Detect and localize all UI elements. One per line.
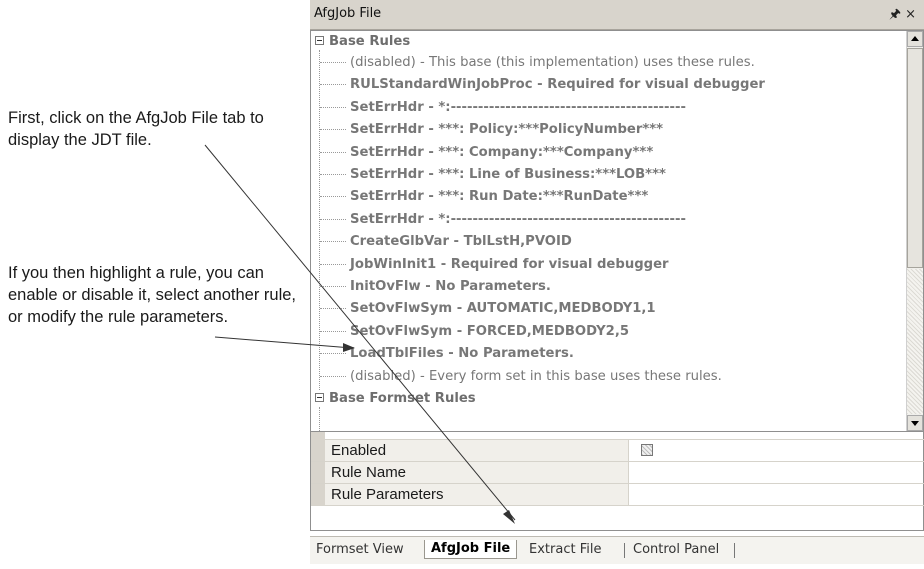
- arrow-head-1: [503, 510, 515, 524]
- arrow-head-2: [343, 343, 355, 352]
- callout-arrows: [204, 144, 516, 524]
- arrow-line-1: [204, 144, 516, 521]
- arrow-line-2: [214, 336, 353, 349]
